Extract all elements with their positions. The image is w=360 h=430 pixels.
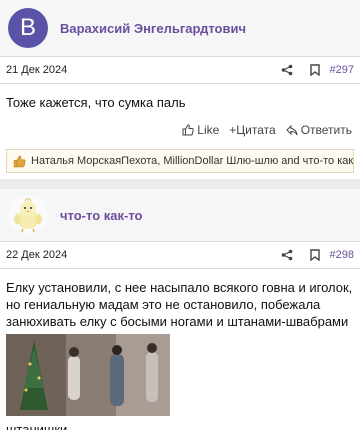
post-text: Елку установили, с нее насыпало всякого … <box>6 280 353 329</box>
reply-label: Ответить <box>300 123 352 137</box>
post-header: что-то как-то <box>0 189 360 241</box>
post-separator <box>0 179 360 189</box>
post-meta-bar: 21 Дек 2024 #297 <box>0 56 360 84</box>
post-number[interactable]: #298 <box>330 249 354 261</box>
post-actions: Like +Цитата Ответить <box>0 117 360 143</box>
share-icon[interactable] <box>276 246 298 264</box>
likes-text: Наталья МорскаяПехота, MillionDollar Шлю… <box>31 155 354 167</box>
post-meta-bar: 22 Дек 2024 #298 <box>0 241 360 269</box>
post-header: В Варахисий Энгельгардтович <box>0 0 360 56</box>
post-297: В Варахисий Энгельгардтович 21 Дек 2024 … <box>0 0 360 173</box>
post-caption: штанишки <box>6 422 68 430</box>
quote-button[interactable]: +Цитата <box>229 123 275 137</box>
post-date[interactable]: 21 Дек 2024 <box>6 64 270 76</box>
post-text: Тоже кажется, что сумка паль <box>6 95 186 110</box>
bookmark-icon[interactable] <box>304 61 326 79</box>
reply-icon <box>285 124 298 135</box>
post-image[interactable] <box>6 334 170 416</box>
username[interactable]: Варахисий Энгельгардтович <box>60 21 246 36</box>
quote-label: +Цитата <box>229 123 276 137</box>
username[interactable]: что-то как-то <box>60 208 142 223</box>
post-number[interactable]: #297 <box>330 64 354 76</box>
thumb-up-icon <box>13 155 26 167</box>
likes-summary[interactable]: Наталья МорскаяПехота, MillionDollar Шлю… <box>6 149 354 173</box>
like-label: Like <box>197 123 220 137</box>
reply-button[interactable]: Ответить <box>285 123 352 137</box>
like-button[interactable]: Like <box>182 123 219 137</box>
bookmark-icon[interactable] <box>304 246 326 264</box>
thumb-up-icon <box>182 124 194 136</box>
post-298: что-то как-то 22 Дек 2024 #298 Елку уста… <box>0 189 360 430</box>
post-date[interactable]: 22 Дек 2024 <box>6 249 270 261</box>
avatar[interactable]: В <box>8 8 48 48</box>
share-icon[interactable] <box>276 61 298 79</box>
chick-avatar[interactable] <box>8 195 48 235</box>
